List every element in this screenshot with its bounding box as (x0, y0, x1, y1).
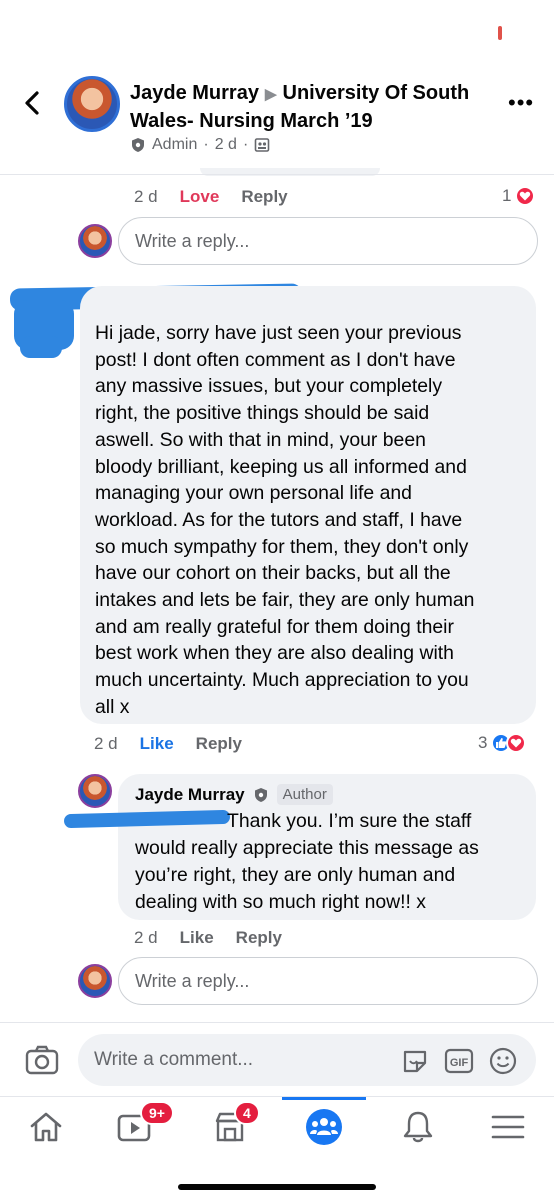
reply-text: Thank you. I’m sure the staff would real… (135, 808, 535, 916)
comment-composer: Write a comment... GIF (0, 1024, 554, 1096)
comment-line: any massive issues, but your completely (95, 375, 443, 398)
reaction-summary[interactable]: 1 (502, 186, 536, 206)
reply-line: would really appreciate this message as (135, 837, 479, 859)
comment-line: best work when they are also dealing wit… (95, 642, 454, 665)
comment-line: and am really grateful for them doing th… (95, 615, 454, 638)
author-avatar[interactable] (64, 76, 120, 132)
reply-button[interactable]: Reply (236, 928, 282, 948)
more-options-button[interactable]: ••• (508, 90, 534, 116)
comment-line: workload. As for the tutors and staff, I… (95, 508, 463, 531)
reaction-count: 3 (478, 733, 488, 752)
comment-line: managing your own personal life and (95, 482, 412, 505)
post-title: Jayde Murray ▶ University Of South Wales- … (130, 80, 490, 135)
my-avatar (78, 224, 112, 258)
comment-line: have our cohort on their backs, but all … (95, 562, 451, 585)
redaction-scribble (20, 336, 62, 358)
shield-icon (254, 787, 267, 802)
home-icon[interactable] (26, 1107, 66, 1147)
groups-icon[interactable] (304, 1107, 344, 1147)
reply-button[interactable]: Reply (196, 734, 242, 754)
reply-line: you’re right, they are only human and (135, 864, 456, 886)
composer-divider (0, 1022, 554, 1023)
reply-author-row: Jayde Murray Author (135, 784, 333, 805)
comment-text: Hi jade, sorry have just seen your previ… (95, 320, 527, 721)
comment-time: 2 d (94, 734, 118, 753)
reaction-summary[interactable]: 3 (478, 733, 527, 753)
comment-line: much uncertainty. Much appreciation to y… (95, 669, 469, 692)
emoji-icon[interactable] (488, 1046, 518, 1076)
comment-line: so much sympathy for them, they don't on… (95, 535, 469, 558)
marketplace-badge: 4 (234, 1101, 260, 1125)
author-name[interactable]: Jayde Murray (130, 82, 259, 104)
chevron-left-icon (25, 91, 39, 115)
reaction-count: 1 (502, 186, 512, 205)
back-button[interactable] (18, 88, 48, 118)
reply-author-avatar[interactable] (78, 774, 112, 808)
love-reaction-icon (506, 733, 527, 753)
status-indicator (498, 26, 502, 40)
comment-line: bloody brilliant, keeping us all informe… (95, 455, 467, 478)
bell-icon[interactable] (398, 1107, 438, 1147)
reply-line: dealing with so much right now!! x (135, 891, 427, 913)
header-divider (0, 174, 554, 175)
previous-comment-actions: 2 d Love Reply (134, 187, 288, 207)
video-badge: 9+ (140, 1101, 174, 1125)
shield-icon (132, 138, 144, 152)
comment-line: all x (95, 695, 130, 718)
love-button[interactable]: Love (180, 187, 220, 207)
like-button[interactable]: Like (140, 734, 174, 754)
sticker-icon[interactable] (400, 1046, 430, 1076)
menu-icon[interactable] (488, 1107, 528, 1147)
group-privacy-icon (254, 138, 270, 152)
comment-line: right, the positive things should be sai… (95, 402, 430, 425)
reply-actions: 2 d Like Reply (134, 928, 282, 948)
comment-actions: 2 d Like Reply (94, 734, 242, 754)
love-reaction-icon (515, 186, 536, 206)
svg-text:GIF: GIF (450, 1057, 469, 1069)
reply-author-name[interactable]: Jayde Murray (135, 785, 245, 805)
reply-input[interactable]: Write a reply... (118, 217, 538, 265)
reply-button[interactable]: Reply (241, 187, 287, 207)
comment-input[interactable]: Write a comment... GIF (78, 1034, 536, 1086)
home-indicator (178, 1184, 376, 1190)
active-tab-indicator (282, 1097, 366, 1100)
comment-placeholder: Write a comment... (94, 1049, 254, 1070)
comment-line: intakes and lets be fair, they are only … (95, 589, 475, 612)
comment-line: Hi jade, sorry have just seen your previ… (95, 322, 462, 344)
role-label: Admin (152, 136, 198, 153)
gif-icon[interactable]: GIF (444, 1046, 474, 1076)
my-avatar (78, 964, 112, 998)
like-button[interactable]: Like (180, 928, 214, 948)
reply-line: Thank you. I’m sure the staff (227, 810, 472, 832)
reply-input[interactable]: Write a reply... (118, 957, 538, 1005)
arrow-right-icon: ▶ (264, 86, 277, 103)
comment-time: 2 d (134, 187, 158, 206)
comment-line: aswell. So with that in mind, your been (95, 428, 426, 451)
post-header: Jayde Murray ▶ University Of South Wales- … (0, 60, 554, 172)
reply-time: 2 d (134, 928, 158, 947)
post-time: 2 d (214, 136, 237, 153)
camera-icon[interactable] (24, 1042, 60, 1078)
post-meta: Admin · 2 d · (130, 136, 270, 154)
comment-line: post! I dont often comment as I don't ha… (95, 348, 456, 371)
author-badge: Author (276, 784, 333, 805)
